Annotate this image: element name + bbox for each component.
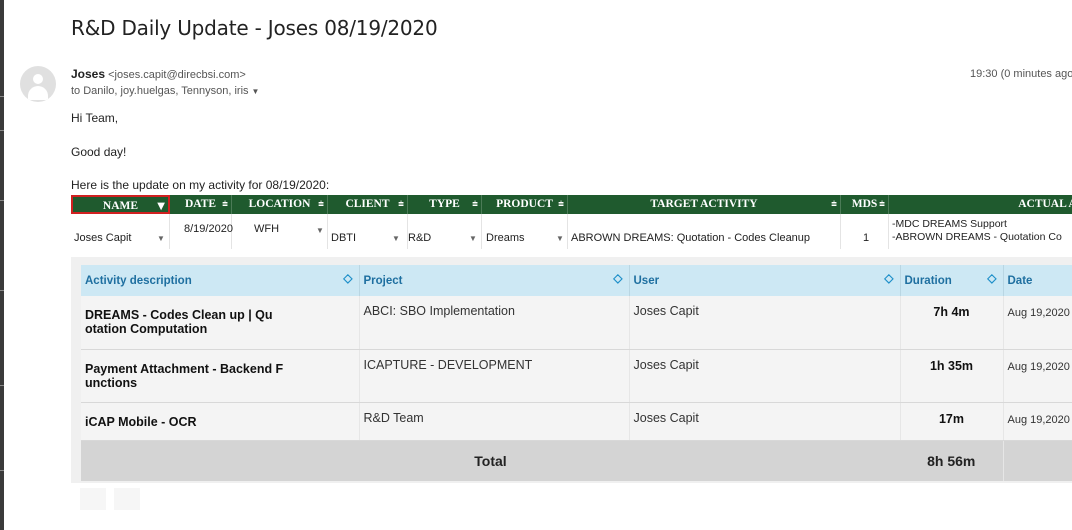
email-subject: R&D Daily Update - Joses 08/19/2020	[71, 16, 438, 40]
cell-duration: 17m	[900, 402, 1004, 441]
filter-icon[interactable]: ⩧	[879, 195, 885, 214]
faded-element	[114, 488, 140, 510]
header-actual-activity[interactable]: ACTUAL AC	[889, 195, 1072, 214]
dropdown-caret-icon[interactable]: ▼	[252, 87, 260, 96]
dropdown-caret-icon[interactable]: ▼	[556, 234, 564, 243]
header-type[interactable]: TYPE ⩧	[408, 195, 482, 214]
total-duration: 8h 56m	[900, 440, 1004, 481]
sort-icon[interactable]: ◇	[613, 271, 622, 285]
header-duration[interactable]: Duration ◇	[900, 265, 1004, 296]
cell-actual-activity[interactable]: -MDC DREAMS Support -ABROWN DREAMS - Quot…	[889, 214, 1072, 249]
sender-line: Joses <joses.capit@direcbsi.com>	[71, 67, 246, 81]
cell-project: R&D Team	[359, 402, 630, 441]
sort-icon[interactable]: ◇	[343, 271, 352, 285]
filter-icon[interactable]: ⩧	[222, 195, 228, 214]
activity-table-container: Activity description ◇ Project ◇ User ◇ Dur…	[71, 257, 1072, 483]
sort-icon[interactable]: ◇	[987, 271, 996, 285]
faded-element	[80, 488, 106, 510]
cell-activity-description: Payment Attachment - Backend Functions	[81, 349, 360, 403]
filter-icon[interactable]: ⩧	[398, 195, 404, 214]
cell-activity-description: DREAMS - Codes Clean up | Qu otation Comp…	[81, 296, 360, 350]
cell-date: Aug 19,2020	[1003, 296, 1072, 350]
avatar-icon	[20, 66, 56, 102]
header-client[interactable]: CLIENT ⩧	[328, 195, 408, 214]
cell-user: Joses Capit	[629, 296, 901, 350]
recipients-text: to Danilo, joy.huelgas, Tennyson, iris	[71, 85, 249, 97]
filter-icon[interactable]: ⩧	[558, 195, 564, 214]
filter-icon[interactable]: ⩧	[472, 195, 478, 214]
dropdown-caret-icon[interactable]: ▼	[392, 234, 400, 243]
cell-user: Joses Capit	[629, 349, 901, 403]
sheet-header: NAME ▼ DATE ⩧ LOCATION ⩧ CLIENT ⩧ TYPE ⩧ PROD…	[71, 195, 1072, 214]
table-row: iCAP Mobile - OCR R&D Team Joses Capit 1…	[81, 402, 1072, 441]
header-user[interactable]: User ◇	[629, 265, 901, 296]
cell-client[interactable]: DBTI ▼	[328, 214, 408, 249]
cell-date: Aug 19,2020	[1003, 349, 1072, 403]
cell-mds[interactable]: 1	[841, 214, 889, 249]
table-total-row: Total 8h 56m	[81, 440, 1072, 481]
email-time: 19:30 (0 minutes ago)	[970, 68, 1072, 80]
cell-project: ICAPTURE - DEVELOPMENT	[359, 349, 630, 403]
table-row: DREAMS - Codes Clean up | Qu otation Comp…	[81, 296, 1072, 350]
cell-location[interactable]: WFH ▼	[232, 214, 328, 249]
greeting: Hi Team,	[71, 111, 119, 125]
sender-name[interactable]: Joses	[71, 67, 105, 81]
intro-text: Here is the update on my activity for 08…	[71, 178, 330, 192]
table-header-row: Activity description ◇ Project ◇ User ◇ Dur…	[81, 265, 1072, 296]
header-activity-description[interactable]: Activity description ◇	[81, 265, 360, 296]
cell-date[interactable]: 8/19/2020	[170, 214, 233, 249]
dropdown-caret-icon[interactable]: ▼	[316, 226, 324, 235]
cell-product[interactable]: Dreams ▼	[482, 214, 568, 249]
dropdown-caret-icon[interactable]: ▼	[157, 234, 165, 243]
header-product[interactable]: PRODUCT ⩧	[482, 195, 568, 214]
cell-duration: 7h 4m	[900, 296, 1004, 350]
window-edge	[0, 0, 4, 530]
cell-type[interactable]: R&D ▼	[408, 214, 482, 249]
sheet-row: Joses Capit ▼ 8/19/2020 WFH ▼ DBTI ▼ R&D ▼ D…	[71, 214, 1072, 249]
header-date[interactable]: Date	[1003, 265, 1072, 296]
cell-activity-description: iCAP Mobile - OCR	[81, 402, 360, 441]
cell-name[interactable]: Joses Capit ▼	[71, 214, 170, 249]
dropdown-caret-icon[interactable]: ▼	[469, 234, 477, 243]
sender-email: <joses.capit@direcbsi.com>	[108, 69, 246, 81]
header-location[interactable]: LOCATION ⩧	[232, 195, 328, 214]
cell-target-activity[interactable]: ABROWN DREAMS: Quotation - Codes Cleanup	[568, 214, 841, 249]
cell-user: Joses Capit	[629, 402, 901, 441]
activity-table: Activity description ◇ Project ◇ User ◇ Dur…	[81, 265, 1072, 481]
table-row: Payment Attachment - Backend Functions I…	[81, 349, 1072, 403]
total-date-empty	[1003, 440, 1072, 481]
cell-duration: 1h 35m	[900, 349, 1004, 403]
header-target-activity[interactable]: TARGET ACTIVITY ⩧	[568, 195, 841, 214]
cell-project: ABCI: SBO Implementation	[359, 296, 630, 350]
header-date[interactable]: DATE ⩧	[170, 195, 232, 214]
total-label: Total	[81, 440, 900, 481]
good-day: Good day!	[71, 145, 127, 159]
cell-date: Aug 19,2020	[1003, 402, 1072, 441]
filter-icon[interactable]: ⩧	[318, 195, 324, 214]
filter-icon[interactable]: ⩧	[831, 195, 837, 214]
header-name[interactable]: NAME ▼	[71, 195, 170, 214]
sort-icon[interactable]: ◇	[884, 271, 893, 285]
activity-sheet: NAME ▼ DATE ⩧ LOCATION ⩧ CLIENT ⩧ TYPE ⩧ PROD…	[71, 195, 1072, 249]
recipients[interactable]: to Danilo, joy.huelgas, Tennyson, iris ▼	[71, 85, 259, 97]
header-project[interactable]: Project ◇	[359, 265, 630, 296]
header-mds[interactable]: MDS ⩧	[841, 195, 889, 214]
